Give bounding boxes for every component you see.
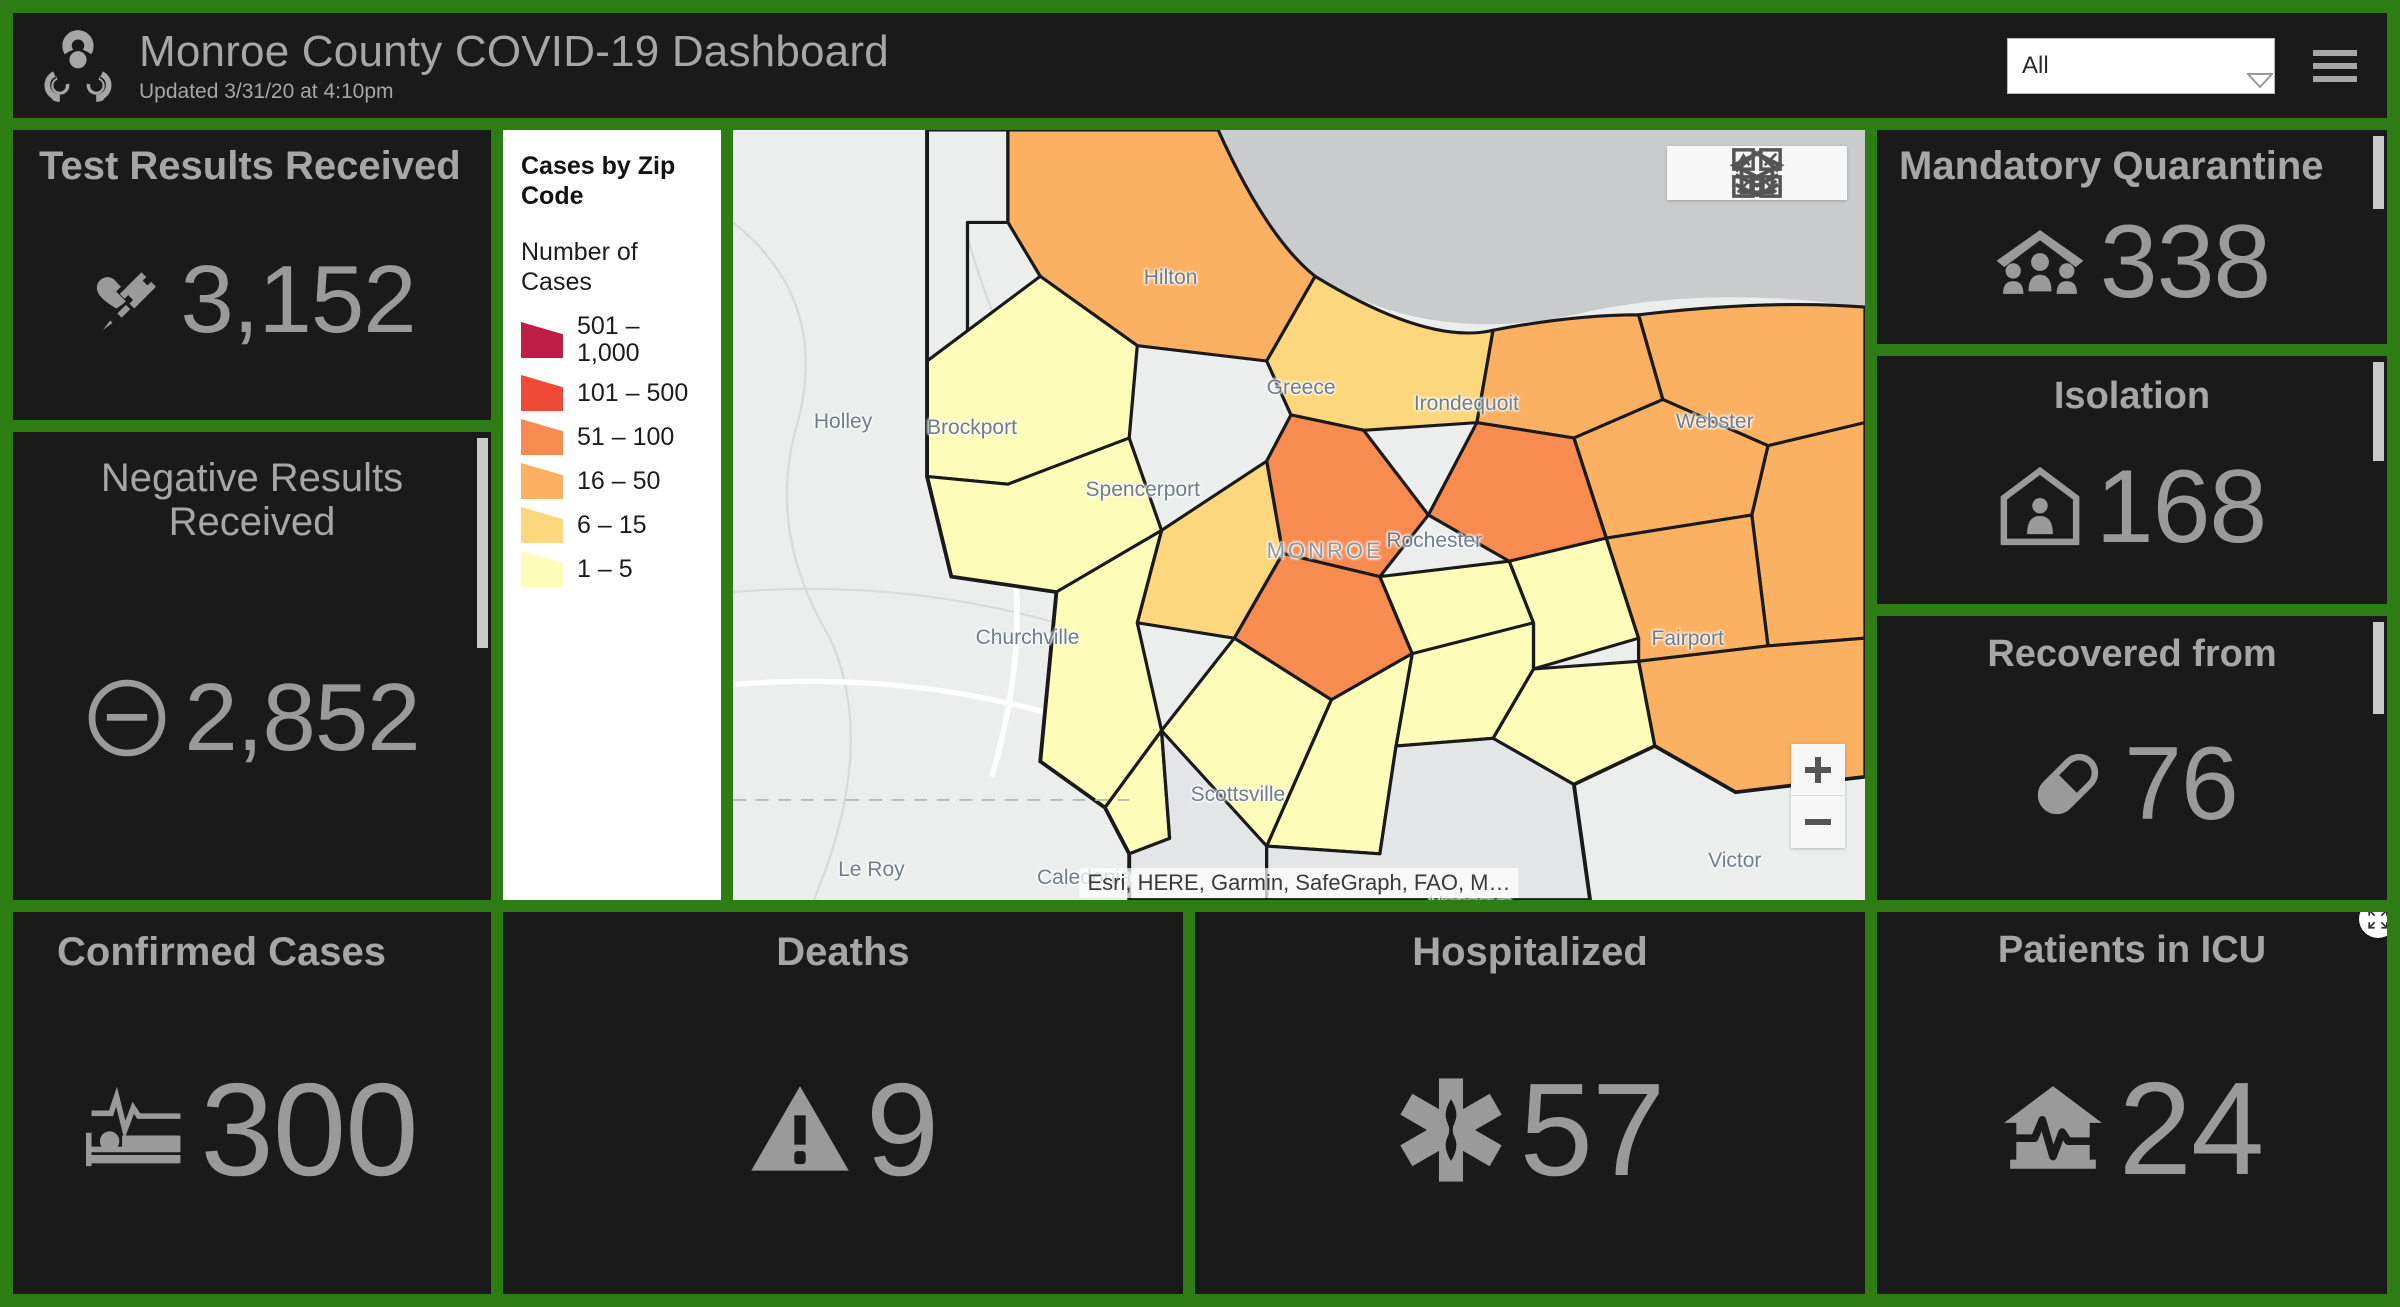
stat-card-deaths[interactable]: Deaths 9 <box>503 912 1183 1294</box>
legend-items: 501 – 1,000 101 – 500 51 – 100 16 – 50 6 – 1… <box>521 313 703 587</box>
left-column: Test Results Received 3,152 Negative Res… <box>13 130 491 900</box>
legend-item: 101 – 500 <box>521 375 703 411</box>
legend-item-label: 1 – 5 <box>577 554 633 583</box>
stat-card-value: 2,852 <box>184 664 420 772</box>
stat-card-title: Recovered from <box>1987 633 2277 675</box>
stat-card-recovered[interactable]: Recovered from 76 <box>1877 616 2387 900</box>
lower-row: Confirmed Cases 300 Deaths 9 Hospitalize… <box>13 912 2387 1294</box>
stat-card-title: Hospitalized <box>1412 930 1648 974</box>
stat-card-value: 76 <box>2124 725 2239 842</box>
zip-code-choropleth-map[interactable]: Hilton Greece Irondequoit Webster Holley Broc… <box>733 130 1865 900</box>
heart-syringe-icon <box>97 272 157 331</box>
stat-card-hospitalized[interactable]: Hospitalized 57 <box>1195 912 1865 1294</box>
legend-item: 1 – 5 <box>521 551 703 587</box>
stat-card-title: Patients in ICU <box>1997 929 2267 971</box>
filter-select[interactable]: All <box>2007 37 2275 94</box>
stat-card-confirmed-cases[interactable]: Confirmed Cases 300 <box>13 912 491 1294</box>
hospital-pulse-icon <box>2003 1086 2102 1169</box>
stat-card-mandatory-quarantine[interactable]: Mandatory Quarantine 338 <box>1877 130 2387 344</box>
stat-card-title: Confirmed Cases <box>57 930 386 974</box>
card-scrollbar[interactable] <box>477 438 488 894</box>
minus-circle-icon <box>89 679 166 757</box>
stat-card-body: 57 <box>1195 974 1865 1294</box>
stat-card-body: 338 <box>1877 188 2387 344</box>
dashboard-header: Monroe County COVID-19 Dashboard Updated… <box>13 13 2387 118</box>
zoom-out-button[interactable] <box>1791 796 1845 848</box>
stat-card-body: 168 <box>1877 418 2387 604</box>
legend-item-label: 6 – 15 <box>577 510 647 539</box>
dashboard-body: Test Results Received 3,152 Negative Res… <box>13 130 2387 1294</box>
stat-card-title: Deaths <box>776 930 910 974</box>
map-canvas <box>733 130 1865 900</box>
stat-card-body: 3,152 <box>13 188 491 420</box>
legend-item-label: 16 – 50 <box>577 466 661 495</box>
map-attribution: Esri, HERE, Garmin, SafeGraph, FAO, M… <box>1079 868 1519 898</box>
stat-card-title: Isolation <box>2053 375 2211 417</box>
legend-item-label: 51 – 100 <box>577 422 675 451</box>
legend-color-swatch <box>521 507 563 543</box>
card-scrollbar[interactable] <box>2373 362 2384 598</box>
stat-card-value: 9 <box>865 1056 939 1204</box>
map-toolbar <box>1667 146 1847 200</box>
legend-item: 501 – 1,000 <box>521 313 703 367</box>
stat-card-body: 2,852 <box>13 544 491 900</box>
card-scrollbar[interactable] <box>2373 622 2384 894</box>
legend-title: Cases by Zip Code <box>521 152 676 210</box>
stat-card-body: 300 <box>13 974 491 1294</box>
page-title: Monroe County COVID-19 Dashboard <box>139 26 889 76</box>
stat-card-negative-results[interactable]: Negative Results Received 2,852 <box>13 432 491 900</box>
stat-card-value: 24 <box>2118 1055 2265 1203</box>
stat-card-body: 9 <box>503 974 1183 1294</box>
stat-card-body: 24 <box>1877 972 2387 1294</box>
legend-item: 6 – 15 <box>521 507 703 543</box>
hamburger-menu-icon[interactable] <box>2309 46 2361 86</box>
hospital-bed-icon <box>86 1086 181 1167</box>
map-zoom-controls <box>1791 744 1845 848</box>
legend-color-swatch <box>521 375 563 411</box>
legend-item: 16 – 50 <box>521 463 703 499</box>
legend-item: 51 – 100 <box>521 419 703 455</box>
house-person-icon <box>2000 466 2080 545</box>
legend-item-label: 501 – 1,000 <box>577 312 640 367</box>
legend-color-swatch <box>521 551 563 587</box>
star-of-life-icon <box>1399 1078 1502 1182</box>
stat-card-value: 3,152 <box>180 246 416 354</box>
legend-item-label: 101 – 500 <box>577 378 689 407</box>
stat-card-patients-in-icu[interactable]: Patients in ICU 24 <box>1877 912 2387 1294</box>
stat-card-title: Mandatory Quarantine <box>1899 144 2324 188</box>
stat-card-value: 57 <box>1519 1056 1666 1204</box>
legend-color-swatch <box>521 463 563 499</box>
biohazard-icon <box>44 29 112 102</box>
warning-triangle-icon <box>751 1086 849 1171</box>
map-legend-panel: Cases by Zip Code Number of Cases 501 – … <box>503 130 721 900</box>
stat-card-title: Test Results Received <box>39 144 461 188</box>
upper-row: Test Results Received 3,152 Negative Res… <box>13 130 2387 900</box>
stat-card-body: 76 <box>1877 676 2387 900</box>
chevron-down-icon <box>2234 59 2275 88</box>
stat-card-value: 300 <box>200 1056 418 1204</box>
stat-card-value: 338 <box>2099 203 2272 320</box>
zoom-in-button[interactable] <box>1791 744 1845 796</box>
stat-card-test-results[interactable]: Test Results Received 3,152 <box>13 130 491 420</box>
stat-card-title: Negative Results Received <box>100 456 404 544</box>
house-family-icon <box>1996 230 2084 294</box>
card-scrollbar[interactable] <box>2373 136 2384 338</box>
stat-card-value: 168 <box>2095 448 2268 565</box>
header-controls: All <box>2007 37 2361 94</box>
legend-color-swatch <box>521 322 563 358</box>
filter-select-value: All <box>2022 51 2049 79</box>
right-column: Mandatory Quarantine 338 Isolation 168 R… <box>1877 130 2387 900</box>
legend-color-swatch <box>521 419 563 455</box>
basemap-gallery-icon[interactable] <box>1732 148 1841 198</box>
pill-icon <box>2037 753 2099 815</box>
last-updated-text: Updated 3/31/20 at 4:10pm <box>139 80 394 104</box>
dashboard-root: Monroe County COVID-19 Dashboard Updated… <box>0 0 2400 1307</box>
header-text-block: Monroe County COVID-19 Dashboard Updated… <box>139 26 889 104</box>
stat-card-isolation[interactable]: Isolation 168 <box>1877 356 2387 604</box>
legend-subtitle: Number of Cases <box>521 238 638 296</box>
